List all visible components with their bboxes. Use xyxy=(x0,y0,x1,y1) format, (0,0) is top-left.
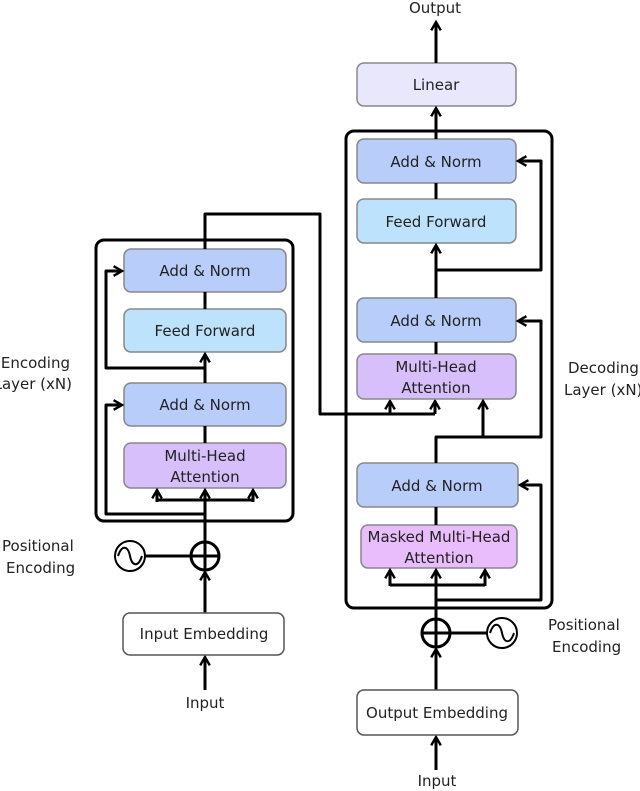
decoder-attention-label-2: Attention xyxy=(401,379,470,397)
decoder-sine-wave-icon xyxy=(486,617,518,649)
decoder-add-norm-3-label: Add & Norm xyxy=(390,153,481,171)
decoding-layer-label-1: Decoding xyxy=(568,359,639,377)
encoder-add-norm-top-label: Add & Norm xyxy=(159,262,250,280)
encoder-positional-encoding-label-2: Encoding xyxy=(6,559,75,577)
encoder-feed-forward-label: Feed Forward xyxy=(155,322,256,340)
output-label: Output xyxy=(409,0,461,17)
decoder-positional-encoding-label-1: Positional xyxy=(548,616,620,634)
encoder-sine-wave-icon xyxy=(114,540,146,572)
decoder-add-norm-2-label: Add & Norm xyxy=(390,312,481,330)
linear-label: Linear xyxy=(413,76,460,94)
input-embedding-label: Input Embedding xyxy=(140,625,269,643)
encoder-attention-label-2: Attention xyxy=(170,468,239,486)
decoder-add-icon xyxy=(420,617,452,649)
decoder-attention-label-1: Multi-Head xyxy=(395,358,476,376)
encoder-add-icon xyxy=(189,540,221,572)
decoder-feed-forward-label: Feed Forward xyxy=(386,213,487,231)
transformer-diagram: Add & Norm Feed Forward Add & Norm Multi… xyxy=(0,0,640,790)
decoder-positional-encoding-label-2: Encoding xyxy=(552,638,621,656)
decoder-masked-label-2: Attention xyxy=(404,549,473,567)
encoder-add-norm-bottom-label: Add & Norm xyxy=(159,396,250,414)
decoder-add-norm-1-label: Add & Norm xyxy=(391,477,482,495)
encoder-input-label: Input xyxy=(186,694,225,712)
encoding-layer-label-2: Layer (xN) xyxy=(0,375,72,393)
encoder-attention-label-1: Multi-Head xyxy=(164,447,245,465)
decoder-masked-label-1: Masked Multi-Head xyxy=(368,528,511,546)
encoder-positional-encoding-label-1: Positional xyxy=(2,537,74,555)
decoder: Output Linear Add & Norm Feed Forward Ad… xyxy=(344,0,640,790)
decoder-input-label: Input xyxy=(418,772,457,790)
decoding-layer-label-2: Layer (xN) xyxy=(564,381,640,399)
encoding-layer-label-1: Encoding xyxy=(1,354,70,372)
output-embedding-label: Output Embedding xyxy=(366,704,508,722)
